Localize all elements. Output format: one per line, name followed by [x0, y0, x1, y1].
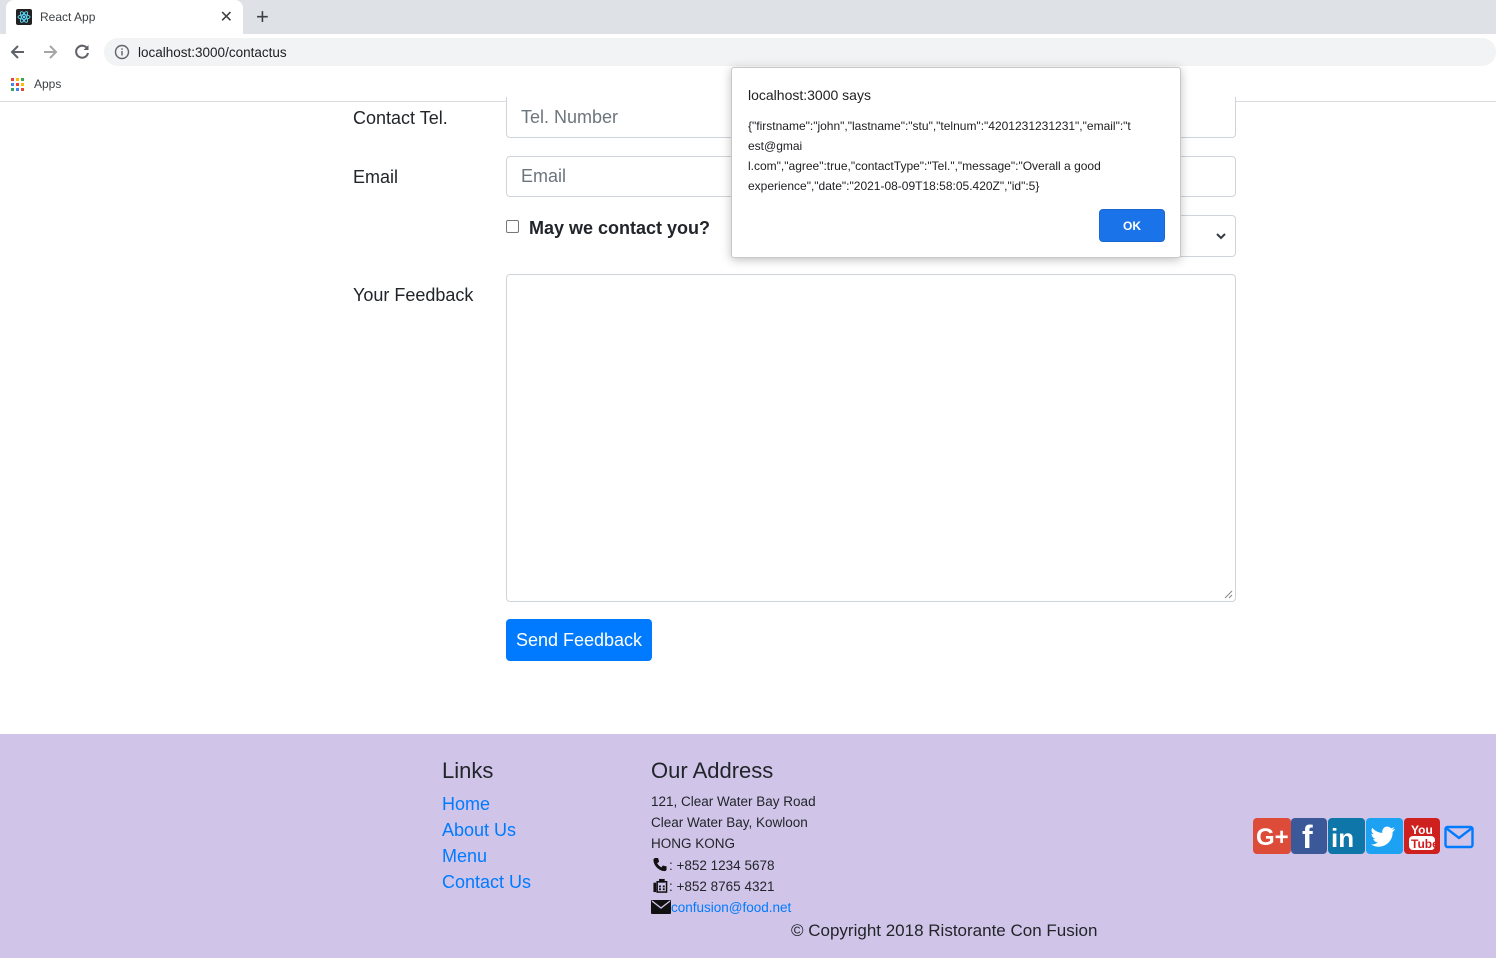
address-line: 121, Clear Water Bay Road — [651, 794, 816, 809]
phone-number: : +852 1234 5678 — [669, 858, 775, 873]
fax-number: : +852 8765 4321 — [669, 879, 775, 894]
facebook-icon[interactable]: f — [1291, 818, 1327, 854]
feedback-label: Your Feedback — [353, 285, 474, 305]
dialog-message: {"firstname":"john","lastname":"stu","te… — [748, 116, 1168, 196]
apps-grid-icon[interactable] — [11, 78, 24, 91]
dialog-message-line: l.com","agree":true,"contactType":"Tel."… — [748, 159, 1101, 173]
dialog-message-line: experience","date":"2021-08-09T18:58:05.… — [748, 179, 1040, 193]
forward-arrow-icon[interactable] — [39, 41, 61, 63]
browser-tab-strip: React App ✕ + — [0, 0, 1496, 34]
reload-icon[interactable] — [71, 41, 93, 63]
react-logo-icon — [16, 9, 32, 25]
dialog-message-line: {"firstname":"john","lastname":"stu","te… — [748, 119, 1131, 133]
twitter-icon[interactable] — [1366, 818, 1403, 854]
address-line: Clear Water Bay, Kowloon — [651, 815, 808, 830]
resize-grip-icon[interactable] — [1224, 590, 1233, 599]
back-arrow-icon[interactable] — [7, 41, 29, 63]
youtube-icon[interactable]: You Tube — [1404, 818, 1440, 854]
svg-text:You: You — [1411, 823, 1433, 837]
close-tab-icon[interactable]: ✕ — [220, 7, 233, 27]
fax-line: : +852 8765 4321 — [651, 878, 774, 894]
dialog-message-line: est@gmai — [748, 139, 803, 153]
alert-dialog: localhost:3000 says {"firstname":"john",… — [731, 67, 1181, 258]
copyright-text: © Copyright 2018 Ristorante Con Fusion — [791, 921, 1098, 940]
apps-bookmark[interactable]: Apps — [34, 77, 61, 91]
address-heading: Our Address — [651, 758, 774, 783]
linkedin-icon[interactable]: in — [1328, 818, 1365, 854]
footer-link-about[interactable]: About Us — [442, 820, 516, 841]
tab-title: React App — [40, 10, 96, 24]
svg-text:G+: G+ — [1256, 824, 1289, 851]
fax-icon — [653, 878, 668, 893]
send-feedback-button[interactable]: Send Feedback — [506, 619, 652, 661]
new-tab-icon[interactable]: + — [256, 4, 269, 30]
agree-checkbox-label[interactable]: May we contact you? — [529, 218, 710, 239]
dialog-title: localhost:3000 says — [748, 87, 871, 103]
info-icon[interactable] — [114, 44, 130, 60]
envelope-icon — [651, 900, 671, 914]
chevron-down-icon — [1216, 233, 1226, 240]
browser-tab[interactable]: React App ✕ — [6, 0, 243, 34]
footer-link-menu[interactable]: Menu — [442, 846, 487, 867]
svg-text:f: f — [1302, 819, 1313, 854]
email-label: Email — [353, 167, 399, 187]
feedback-textarea[interactable] — [506, 274, 1236, 602]
url-text: localhost:3000/contactus — [138, 45, 287, 60]
links-heading: Links — [442, 758, 494, 783]
svg-text:Tube: Tube — [1411, 837, 1439, 851]
phone-line: : +852 1234 5678 — [651, 857, 774, 873]
svg-text:in: in — [1331, 823, 1354, 853]
address-line: HONG KONG — [651, 836, 736, 851]
google-plus-icon[interactable]: G+ — [1253, 818, 1291, 854]
footer-link-contact[interactable]: Contact Us — [442, 872, 531, 893]
browser-toolbar: localhost:3000/contactus — [0, 34, 1496, 70]
mail-icon[interactable] — [1444, 824, 1474, 850]
email-line: confusion@food.net — [651, 899, 791, 915]
tel-label: Contact Tel. — [353, 108, 448, 128]
dialog-ok-button[interactable]: OK — [1099, 209, 1165, 242]
site-footer: Links Home About Us Menu Contact Us Our … — [0, 734, 1496, 958]
agree-checkbox[interactable] — [506, 220, 519, 233]
phone-icon — [653, 857, 667, 872]
footer-link-home[interactable]: Home — [442, 794, 490, 815]
email-link[interactable]: confusion@food.net — [671, 900, 791, 915]
address-bar[interactable]: localhost:3000/contactus — [104, 38, 1496, 66]
